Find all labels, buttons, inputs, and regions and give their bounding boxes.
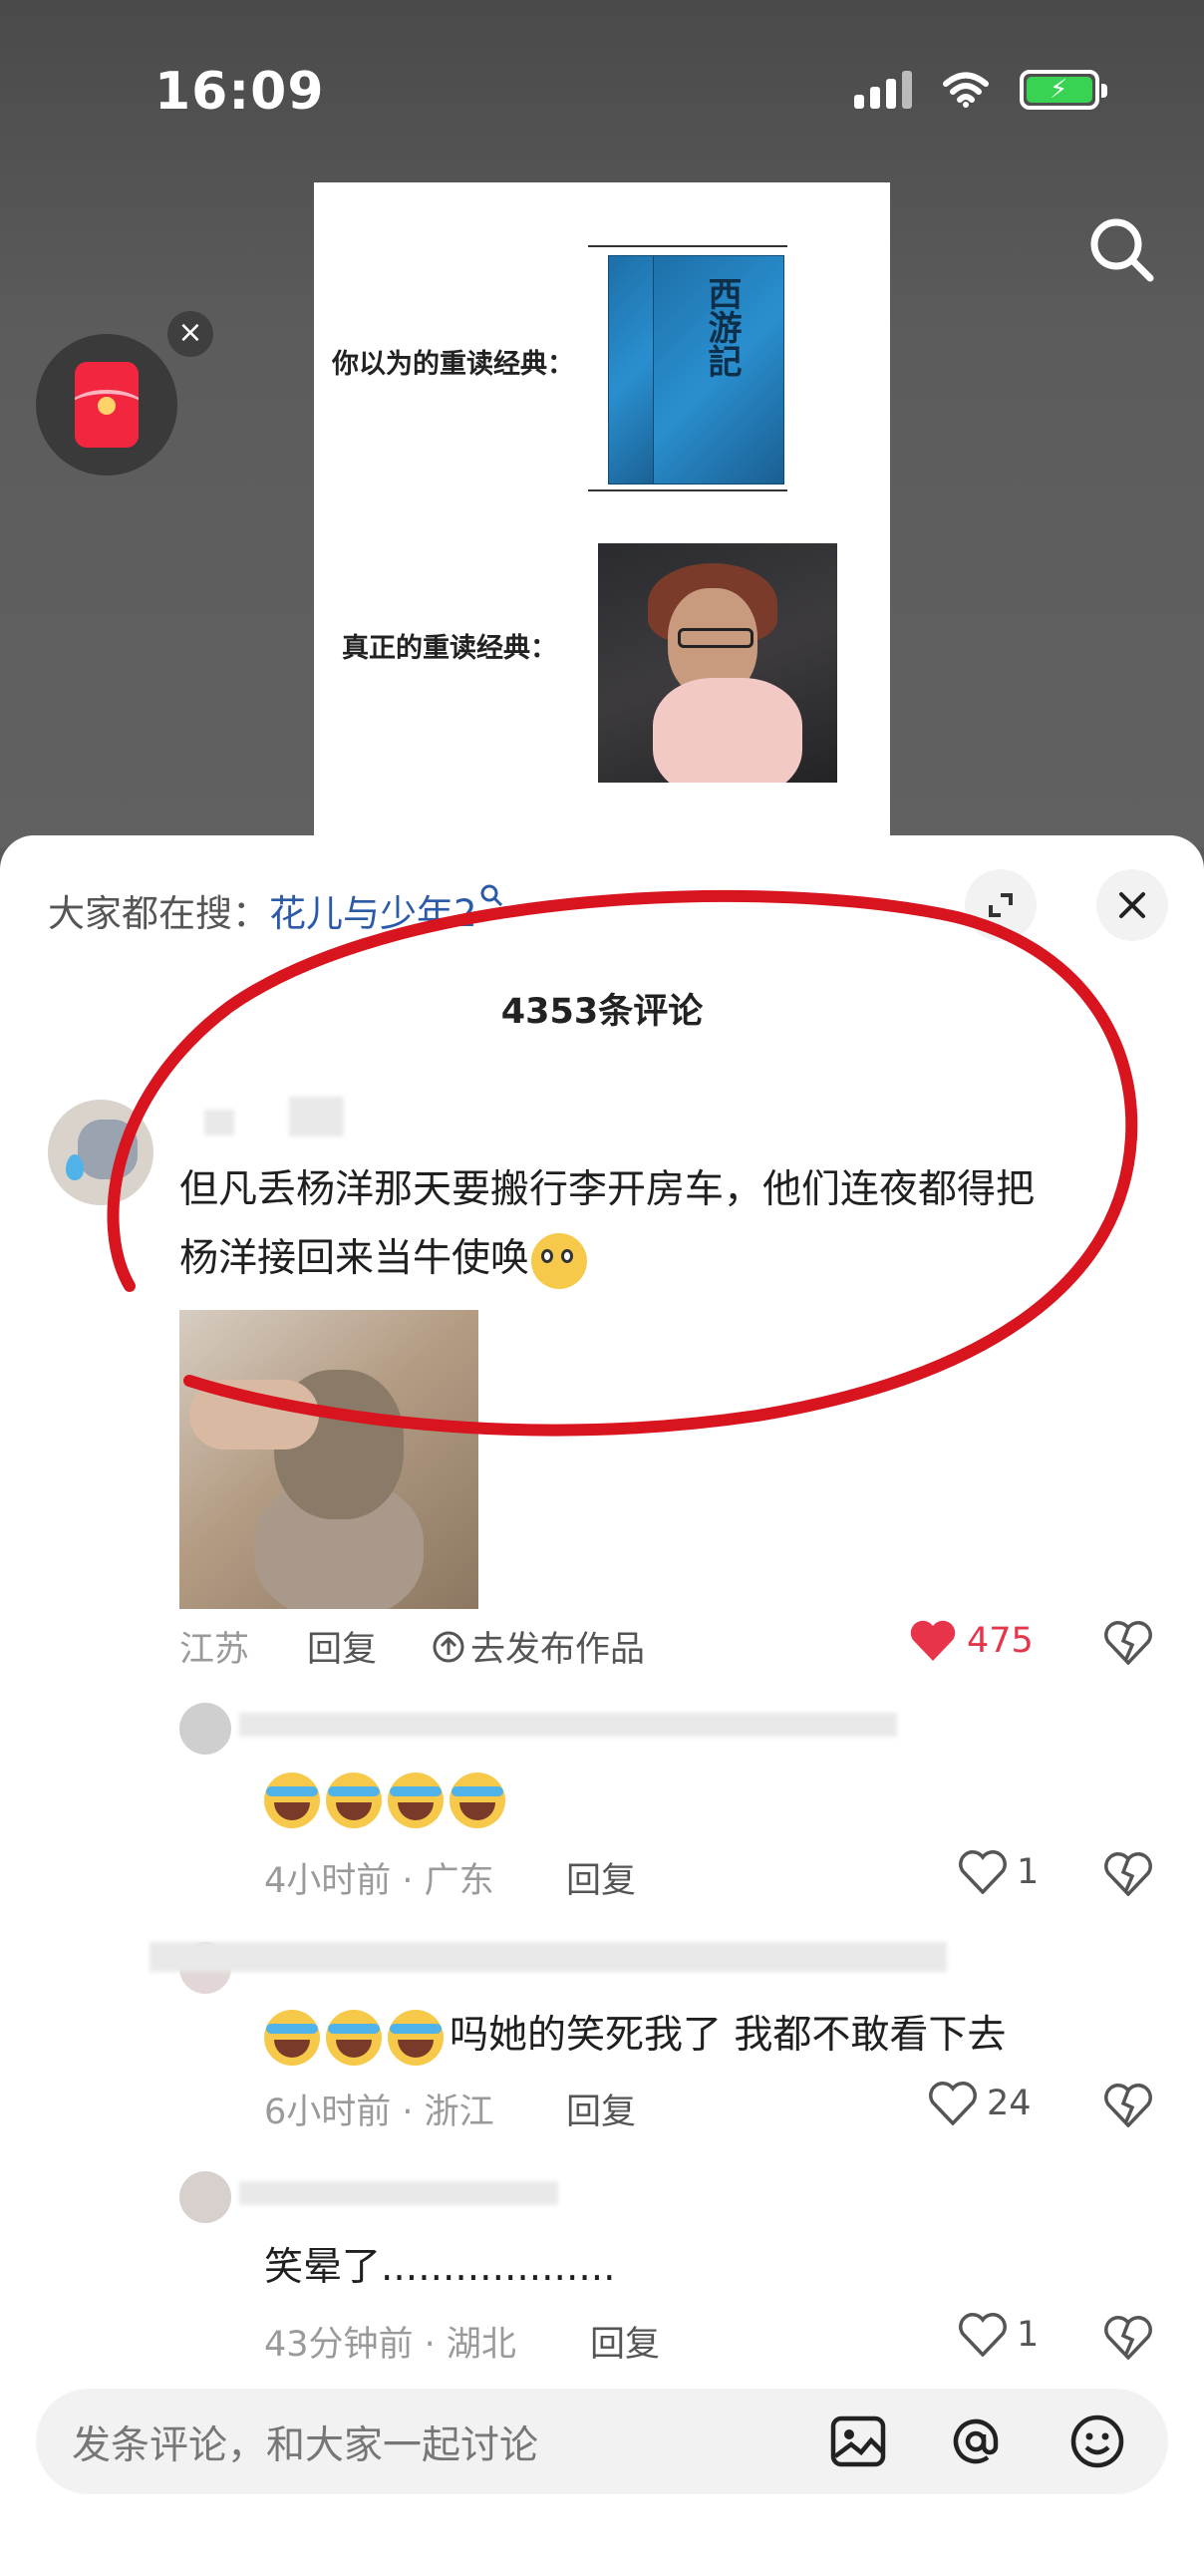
hot-search-prefix: 大家都在搜：: [48, 892, 269, 935]
reply-button[interactable]: 回复: [590, 2316, 660, 2367]
woman-photo: [598, 543, 837, 783]
card-label-top: 你以为的重读经典：: [332, 349, 574, 380]
reply-button[interactable]: 回复: [307, 1621, 377, 1672]
reply-meta: 6小时前 · 浙江: [264, 2093, 494, 2132]
comment-text-line: 杨洋接回来当牛使唤: [179, 1228, 588, 1290]
like-count: 475: [967, 1621, 1034, 1661]
crying-laughing-emoji-icon: [326, 2009, 382, 2066]
crying-laughing-emoji-icon: [388, 1772, 444, 1828]
card-label-bottom: 真正的重读经典：: [342, 633, 557, 664]
reply-text: [264, 1772, 511, 1828]
dislike-broken-heart-icon[interactable]: [1104, 1852, 1152, 1896]
battery-charging-icon: ⚡: [1020, 70, 1107, 110]
like-button[interactable]: 24: [929, 2082, 1032, 2125]
flushed-emoji-icon: [531, 1232, 588, 1289]
search-icon[interactable]: [1086, 214, 1156, 284]
like-count: 24: [987, 2084, 1032, 2123]
expand-icon: [989, 893, 1013, 917]
upload-circle-icon: [433, 1631, 464, 1662]
dislike-broken-heart-icon[interactable]: [1104, 1621, 1152, 1665]
status-bar: 16:09 ⚡: [0, 0, 1204, 189]
comments-sheet: 大家都在搜：花儿与少年2 4353条评论 但凡丢杨洋那天要搬行李开房车，他们连夜…: [0, 835, 1204, 2576]
crying-laughing-emoji-icon: [264, 1772, 320, 1828]
comment-image-cat[interactable]: [179, 1310, 478, 1609]
at-mention-icon[interactable]: [943, 2409, 1009, 2474]
heart-outline-icon: [959, 2313, 1007, 2357]
heart-outline-icon: [959, 1850, 1007, 1894]
crying-laughing-emoji-icon: [388, 2009, 444, 2066]
crying-laughing-emoji-icon: [326, 1772, 382, 1828]
hot-search-keyword[interactable]: 花儿与少年2: [269, 892, 477, 935]
like-button[interactable]: 1: [959, 2313, 1039, 2357]
username-redacted: [239, 1713, 897, 1737]
dislike-broken-heart-icon[interactable]: [1104, 2316, 1152, 2360]
like-button[interactable]: 475: [909, 1619, 1034, 1663]
book-image-cover: 西游記: [653, 255, 784, 484]
reply-button[interactable]: 回复: [566, 2084, 636, 2134]
comment-input-bar: 发条评论，和大家一起讨论: [0, 2361, 1204, 2576]
reply-meta: 4小时前 · 广东: [264, 1861, 494, 1901]
reply-meta: 43分钟前 · 湖北: [264, 2325, 516, 2365]
hot-search-bar[interactable]: 大家都在搜：花儿与少年2: [48, 883, 505, 937]
reply-button[interactable]: 回复: [566, 1852, 636, 1903]
username-redacted: [204, 1110, 234, 1135]
reply-text: 笑晕了...................: [264, 2245, 616, 2290]
status-time: 16:09: [154, 62, 325, 122]
video-content-card: 你以为的重读经典： 西游記 真正的重读经典：: [314, 182, 890, 860]
comment-location: 江苏: [179, 1630, 250, 1670]
username-redacted: [239, 2181, 558, 2205]
image-picker-icon[interactable]: [825, 2409, 891, 2474]
avatar[interactable]: [48, 1100, 153, 1205]
username-redacted: [150, 1942, 947, 1972]
dislike-broken-heart-icon[interactable]: [1104, 2084, 1152, 2127]
crying-laughing-emoji-icon: [264, 2009, 320, 2066]
status-icons: ⚡: [854, 70, 1107, 110]
username-redacted: [289, 1097, 344, 1136]
avatar[interactable]: [179, 1703, 231, 1755]
like-count: 1: [1017, 1852, 1040, 1892]
comment-count: 4353条评论: [500, 992, 704, 1032]
red-packet-button[interactable]: [36, 334, 177, 476]
book-title: 西游記: [702, 276, 742, 378]
publish-work-button[interactable]: 去发布作品: [431, 1621, 645, 1672]
like-button[interactable]: 1: [959, 1850, 1039, 1894]
emoji-picker-icon[interactable]: [1064, 2409, 1130, 2474]
cellular-signal-icon: [854, 71, 912, 109]
search-small-icon: [480, 884, 502, 907]
comment-input[interactable]: 发条评论，和大家一起讨论: [36, 2389, 1168, 2494]
close-icon: [1119, 892, 1145, 918]
close-sheet-button[interactable]: [1096, 869, 1168, 941]
crying-laughing-emoji-icon: [450, 1772, 505, 1828]
heart-filled-icon: [910, 1620, 956, 1661]
avatar[interactable]: [179, 2171, 231, 2223]
expand-button[interactable]: [965, 869, 1037, 941]
like-count: 1: [1017, 2315, 1040, 2355]
wifi-icon: [943, 72, 989, 108]
comment-text-line: 但凡丢杨洋那天要搬行李开房车，他们连夜都得把: [179, 1167, 1036, 1212]
red-envelope-icon: [75, 362, 139, 448]
reply-text: 吗她的笑死我了 我都不敢看下去: [264, 2004, 1006, 2066]
heart-outline-icon: [929, 2082, 977, 2125]
red-packet-close-icon[interactable]: ×: [167, 311, 213, 357]
comment-input-placeholder: 发条评论，和大家一起讨论: [72, 2423, 539, 2468]
